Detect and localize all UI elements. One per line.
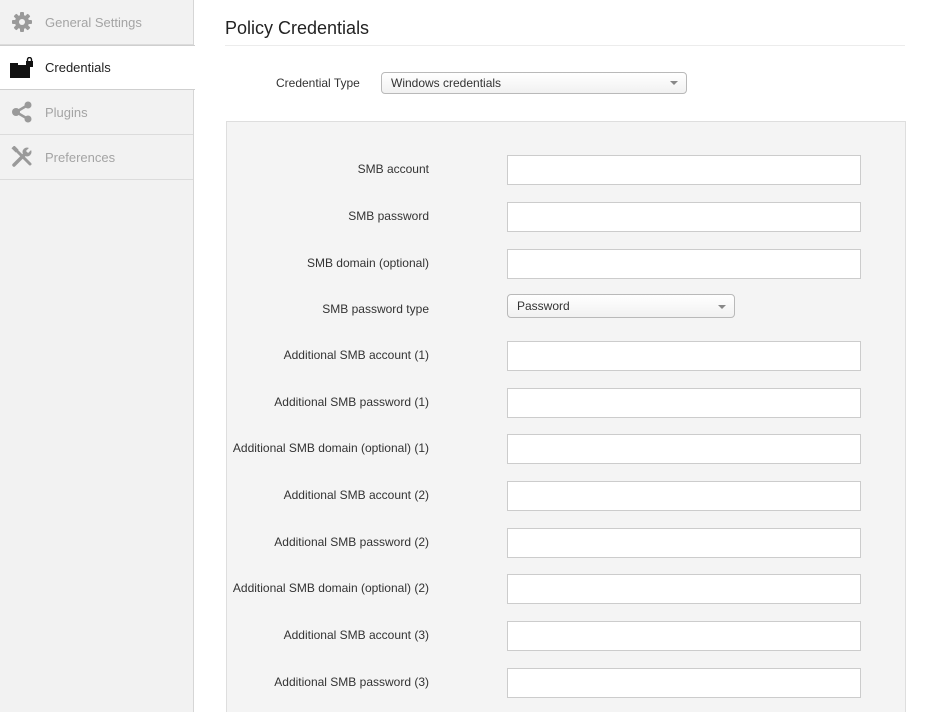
additional-smb-account-1-input[interactable] — [507, 341, 861, 371]
title-divider — [225, 45, 905, 46]
sidebar-item-label: Preferences — [45, 149, 116, 165]
additional-smb-password-2-input[interactable] — [507, 528, 861, 558]
additional-smb-account-3-input[interactable] — [507, 621, 861, 651]
chevron-down-icon — [718, 305, 726, 309]
additional-smb-domain-1-label: Additional SMB domain (optional) (1) — [232, 441, 429, 455]
smb-password-input[interactable] — [507, 202, 861, 232]
share-icon — [9, 101, 35, 123]
smb-domain-input[interactable] — [507, 249, 861, 279]
smb-password-type-label: SMB password type — [322, 302, 429, 316]
credential-type-select[interactable]: Windows credentials — [381, 72, 687, 94]
credential-type-label: Credential Type — [276, 76, 360, 90]
tools-icon — [9, 146, 35, 168]
main-content: Policy Credentials Credential Type Windo… — [194, 0, 936, 712]
additional-smb-password-2-label: Additional SMB password (2) — [274, 535, 429, 549]
additional-smb-password-3-input[interactable] — [507, 668, 861, 698]
additional-smb-account-1-label: Additional SMB account (1) — [283, 348, 429, 362]
smb-password-type-value: Password — [517, 299, 570, 313]
sidebar-item-preferences[interactable]: Preferences — [0, 135, 193, 180]
additional-smb-domain-2-label: Additional SMB domain (optional) (2) — [232, 581, 429, 595]
chevron-down-icon — [670, 81, 678, 85]
additional-smb-password-1-input[interactable] — [507, 388, 861, 418]
sidebar-item-general-settings[interactable]: General Settings — [0, 0, 193, 45]
additional-smb-account-2-label: Additional SMB account (2) — [283, 488, 429, 502]
smb-account-input[interactable] — [507, 155, 861, 185]
additional-smb-account-3-label: Additional SMB account (3) — [283, 628, 429, 642]
additional-smb-domain-1-input[interactable] — [507, 434, 861, 464]
smb-account-label: SMB account — [357, 162, 429, 176]
additional-smb-password-3-label: Additional SMB password (3) — [274, 675, 429, 689]
sidebar-item-label: General Settings — [45, 14, 142, 30]
sidebar-item-label: Plugins — [45, 104, 88, 120]
additional-smb-password-1-label: Additional SMB password (1) — [274, 395, 429, 409]
smb-password-label: SMB password — [348, 209, 429, 223]
sidebar-item-plugins[interactable]: Plugins — [0, 90, 193, 135]
sidebar: General Settings Credentials Plugins Pre… — [0, 0, 195, 712]
briefcase-lock-icon — [9, 56, 35, 79]
credential-type-value: Windows credentials — [391, 76, 502, 90]
smb-password-type-select[interactable]: Password — [507, 294, 735, 318]
sidebar-item-credentials[interactable]: Credentials — [0, 45, 195, 90]
app-window: General Settings Credentials Plugins Pre… — [0, 0, 936, 712]
additional-smb-domain-2-input[interactable] — [507, 574, 861, 604]
credentials-panel: SMB account SMB password SMB domain (opt… — [226, 121, 906, 712]
smb-domain-label: SMB domain (optional) — [306, 256, 429, 270]
additional-smb-account-2-input[interactable] — [507, 481, 861, 511]
sidebar-item-label: Credentials — [45, 60, 111, 75]
page-title: Policy Credentials — [225, 18, 370, 38]
gear-icon — [9, 11, 35, 33]
